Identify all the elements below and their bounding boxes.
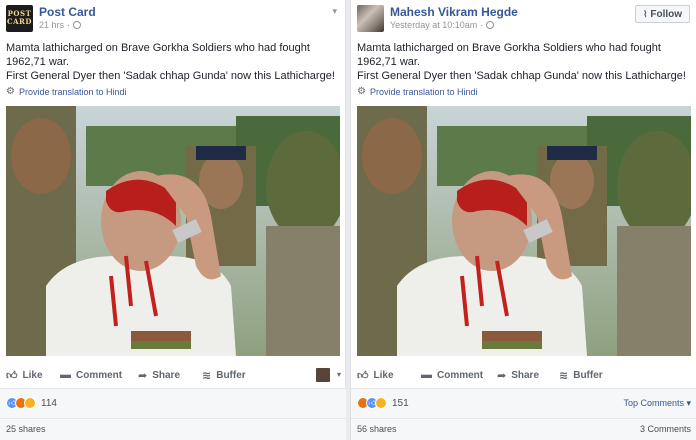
share-button[interactable]: ➦ Share — [497, 369, 539, 382]
post-time[interactable]: Yesterday at 10:10am — [390, 20, 477, 30]
chevron-down-icon[interactable]: ▾ — [332, 6, 337, 17]
profile-avatar[interactable] — [357, 5, 384, 32]
action-bar: 👍︎ Like ▬ Comment ➦ Share ≋ Buffer ▾ — [0, 362, 346, 388]
comments-count[interactable]: 3 Comments — [640, 424, 691, 434]
post-meta: Yesterday at 10:10am · — [390, 20, 495, 30]
shares-count[interactable]: 25 shares — [6, 424, 46, 434]
speech-bubble-icon: ▬ — [421, 369, 432, 381]
share-label: Share — [152, 369, 181, 381]
rss-icon: ⌇ — [642, 8, 648, 19]
comment-label: Comment — [437, 369, 484, 381]
top-comments-label: Top Comments — [623, 398, 684, 408]
reaction-count: 151 — [392, 397, 409, 409]
globe-icon — [486, 21, 495, 29]
post-time[interactable]: 21 hrs — [39, 20, 64, 30]
reactions-bar[interactable]: 👍︎ 151 Top Comments ▾ — [351, 388, 696, 418]
thumbs-up-icon: 👍︎ — [6, 369, 18, 382]
comment-button[interactable]: ▬ Comment — [60, 369, 122, 381]
post-header: POST CARD Post Card 21 hrs · ▾ — [0, 0, 345, 34]
like-label: Like — [22, 369, 43, 381]
buffer-label: Buffer — [573, 369, 603, 381]
chevron-down-icon[interactable]: ▾ — [337, 370, 341, 379]
post-photo[interactable] — [357, 106, 691, 356]
mahesh-post: Mahesh Vikram Hegde Yesterday at 10:10am… — [350, 0, 696, 440]
action-bar: 👍︎ Like ▬ Comment ➦ Share ≋ Buffer — [351, 362, 696, 388]
post-author[interactable]: Post Card — [39, 5, 96, 19]
post-meta: 21 hrs · — [39, 20, 82, 30]
post-text-line2: First General Dyer then 'Sadak chhap Gun… — [357, 70, 686, 82]
shares-count[interactable]: 56 shares — [357, 424, 397, 434]
comment-button[interactable]: ▬ Comment — [421, 369, 483, 381]
thumbs-up-icon: 👍︎ — [357, 369, 369, 382]
buffer-button[interactable]: ≋ Buffer — [202, 369, 246, 382]
shares-bar: 25 shares — [0, 418, 346, 440]
reaction-summary[interactable]: 👍︎ 114 — [6, 397, 57, 409]
like-button[interactable]: 👍︎ Like — [6, 369, 43, 382]
share-label: Share — [511, 369, 540, 381]
post-text-line1: Mamta lathicharged on Brave Gorkha Soldi… — [357, 42, 661, 68]
follow-label: Follow — [650, 8, 683, 20]
photo-illustration — [6, 106, 340, 356]
post-author[interactable]: Mahesh Vikram Hegde — [390, 5, 518, 19]
page-avatar[interactable]: POST CARD — [6, 5, 33, 32]
post-photo[interactable] — [6, 106, 340, 356]
photo-illustration — [357, 106, 691, 356]
page-selector-avatar[interactable] — [316, 368, 330, 382]
post-text-line2: First General Dyer then 'Sadak chhap Gun… — [6, 70, 335, 82]
share-button[interactable]: ➦ Share — [138, 369, 180, 382]
reaction-count: 114 — [41, 397, 57, 409]
post-card-post: POST CARD Post Card 21 hrs · ▾ Mamta lat… — [0, 0, 346, 440]
speech-bubble-icon: ▬ — [60, 369, 71, 381]
gear-icon: ⚙ — [6, 86, 15, 97]
follow-button[interactable]: ⌇ Follow — [635, 5, 690, 23]
sad-reaction-icon — [375, 397, 387, 409]
top-comments-selector[interactable]: Top Comments ▾ — [623, 398, 691, 409]
post-text: Mamta lathicharged on Brave Gorkha Soldi… — [357, 41, 691, 83]
post-text-line1: Mamta lathicharged on Brave Gorkha Soldi… — [6, 42, 310, 68]
avatar-text-line2: CARD — [7, 17, 32, 26]
shares-bar: 56 shares 3 Comments — [351, 418, 696, 440]
post-text: Mamta lathicharged on Brave Gorkha Soldi… — [6, 41, 340, 83]
reactions-bar[interactable]: 👍︎ 114 — [0, 388, 346, 418]
translate-label: Provide translation to Hindi — [18, 86, 127, 97]
buffer-button[interactable]: ≋ Buffer — [559, 369, 603, 382]
meta-separator: · — [67, 20, 71, 30]
buffer-layers-icon: ≋ — [202, 369, 212, 382]
like-button[interactable]: 👍︎ Like — [357, 369, 394, 382]
translate-label: Provide translation to Hindi — [369, 86, 478, 97]
share-arrow-icon: ➦ — [138, 369, 148, 382]
post-header: Mahesh Vikram Hegde Yesterday at 10:10am… — [351, 0, 696, 34]
gear-icon: ⚙ — [357, 86, 366, 97]
meta-separator: · — [480, 20, 484, 30]
reaction-summary[interactable]: 👍︎ 151 — [357, 397, 409, 409]
buffer-label: Buffer — [216, 369, 246, 381]
share-arrow-icon: ➦ — [497, 369, 507, 382]
buffer-layers-icon: ≋ — [559, 369, 569, 382]
comment-label: Comment — [76, 369, 123, 381]
translate-link[interactable]: ⚙ Provide translation to Hindi — [357, 86, 478, 97]
screenshot-pair: POST CARD Post Card 21 hrs · ▾ Mamta lat… — [0, 0, 696, 440]
like-label: Like — [373, 369, 394, 381]
globe-icon — [73, 21, 82, 29]
sad-reaction-icon — [24, 397, 36, 409]
translate-link[interactable]: ⚙ Provide translation to Hindi — [6, 86, 127, 97]
